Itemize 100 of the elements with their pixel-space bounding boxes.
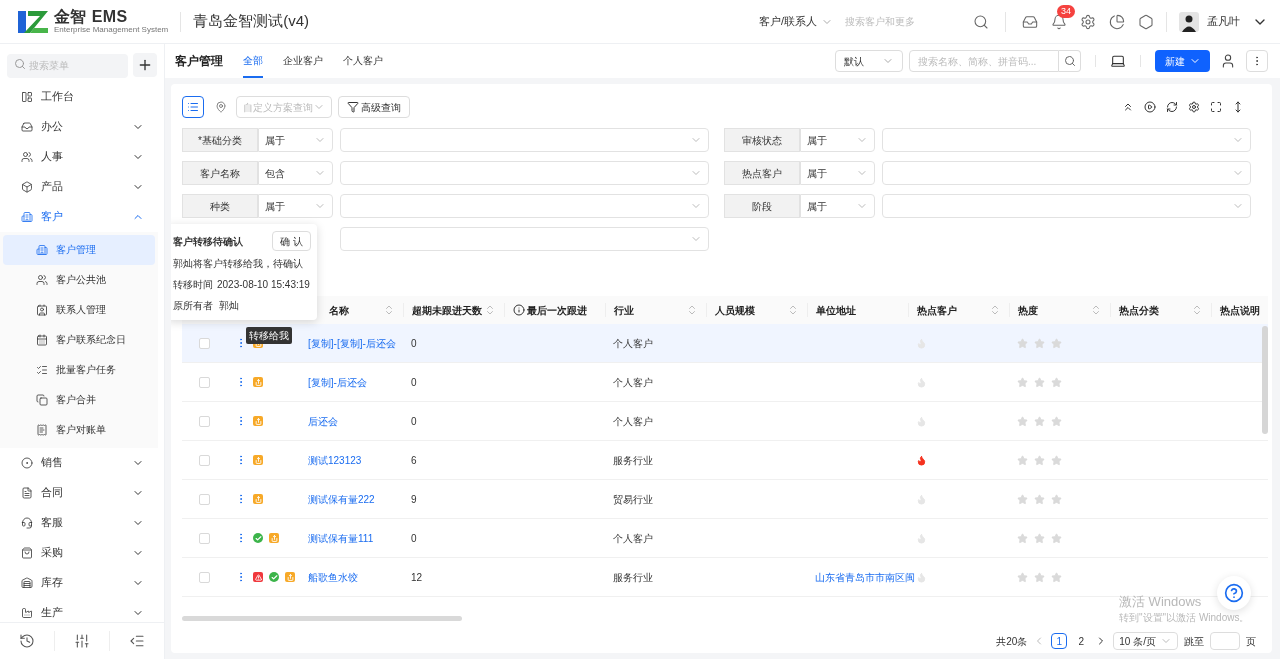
menu-item[interactable]: 销售: [0, 447, 164, 478]
row-checkbox[interactable]: [199, 337, 210, 349]
filter-value-select[interactable]: [882, 128, 1251, 152]
sliders-icon[interactable]: [74, 633, 90, 649]
fullscreen-icon[interactable]: [1210, 101, 1222, 113]
star-icon[interactable]: [1017, 454, 1028, 466]
filter-value-select[interactable]: [340, 128, 709, 152]
menu-item[interactable]: 合同: [0, 477, 164, 508]
star-icon[interactable]: [1017, 571, 1028, 583]
sort-icon[interactable]: [686, 304, 698, 316]
page-button[interactable]: 1: [1051, 633, 1068, 649]
star-icon[interactable]: [1034, 415, 1045, 427]
customer-name-link[interactable]: 船歌鱼水饺: [308, 571, 358, 583]
star-rating[interactable]: [1017, 493, 1062, 505]
operator-select[interactable]: 属于: [800, 128, 875, 152]
menu-item[interactable]: 生产: [0, 597, 164, 622]
submenu-item[interactable]: 批量客户任务: [3, 354, 155, 385]
add-button[interactable]: [133, 52, 157, 77]
column-header[interactable]: 热点说明: [1220, 302, 1268, 318]
sort-icon[interactable]: [1090, 304, 1102, 316]
star-icon[interactable]: [1034, 493, 1045, 505]
star-icon[interactable]: [1017, 337, 1028, 349]
star-icon[interactable]: [1051, 571, 1062, 583]
star-icon[interactable]: [1034, 376, 1045, 388]
customer-name-link[interactable]: 测试保有量222: [308, 493, 375, 505]
filter-value-select[interactable]: [340, 227, 709, 251]
inbox-icon[interactable]: [1022, 13, 1038, 30]
star-icon[interactable]: [1034, 337, 1045, 349]
collapse-icon[interactable]: [1122, 101, 1134, 113]
star-icon[interactable]: [1051, 376, 1062, 388]
more-button[interactable]: [1246, 50, 1268, 72]
star-icon[interactable]: [1017, 415, 1028, 427]
user-icon[interactable]: [1220, 53, 1236, 69]
menu-item[interactable]: 办公: [0, 111, 164, 142]
operator-select[interactable]: 包含: [258, 161, 333, 185]
settings-icon[interactable]: [1188, 101, 1200, 113]
star-rating[interactable]: [1017, 571, 1062, 583]
star-icon[interactable]: [1034, 571, 1045, 583]
star-icon[interactable]: [1017, 493, 1028, 505]
operator-select[interactable]: 属于: [800, 194, 875, 218]
menu-item[interactable]: 工作台: [0, 81, 164, 112]
star-icon[interactable]: [1051, 415, 1062, 427]
sort-icon[interactable]: [484, 304, 496, 316]
avatar-icon[interactable]: [1179, 11, 1199, 32]
menu-item[interactable]: 库存: [0, 567, 164, 598]
menu-item[interactable]: 客服: [0, 507, 164, 538]
submenu-item[interactable]: 客户公共池: [3, 264, 155, 295]
menu-item[interactable]: 采购: [0, 537, 164, 568]
star-icon[interactable]: [1051, 493, 1062, 505]
search-scope-dropdown[interactable]: 客户/联系人: [758, 13, 833, 30]
sort-icon[interactable]: [989, 304, 1001, 316]
star-rating[interactable]: [1017, 376, 1062, 388]
column-header[interactable]: 热度: [1018, 302, 1090, 318]
refresh-icon[interactable]: [1166, 101, 1178, 113]
advanced-query-button[interactable]: 高级查询: [338, 96, 410, 118]
menu-item[interactable]: 人事: [0, 141, 164, 172]
play-icon[interactable]: [1144, 101, 1156, 113]
transfer-icon[interactable]: [253, 494, 263, 504]
star-icon[interactable]: [1051, 337, 1062, 349]
flame-icon[interactable]: [916, 454, 927, 466]
row-checkbox[interactable]: [199, 415, 210, 427]
row-checkbox[interactable]: [199, 532, 210, 544]
star-rating[interactable]: [1017, 532, 1062, 544]
star-rating[interactable]: [1017, 337, 1062, 349]
star-icon[interactable]: [1034, 454, 1045, 466]
search-button[interactable]: [1059, 50, 1081, 72]
filter-value-select[interactable]: [882, 161, 1251, 185]
row-checkbox[interactable]: [199, 454, 210, 466]
horizontal-scrollbar[interactable]: [182, 616, 462, 621]
filter-value-select[interactable]: [340, 161, 709, 185]
column-header[interactable]: 热点分类: [1119, 302, 1191, 318]
tab[interactable]: 个人客户: [343, 44, 383, 78]
customer-name-link[interactable]: 后还会: [308, 415, 338, 427]
column-header[interactable]: 单位地址: [816, 302, 900, 318]
transfer-icon[interactable]: [285, 572, 295, 582]
customer-name-link[interactable]: 测试保有量111: [308, 532, 374, 544]
star-rating[interactable]: [1017, 415, 1062, 427]
column-header[interactable]: 人员规模: [715, 302, 787, 318]
laptop-icon[interactable]: [1110, 53, 1126, 69]
column-header[interactable]: 最后一次跟进: [527, 302, 597, 318]
filter-value-select[interactable]: [882, 194, 1251, 218]
transfer-icon[interactable]: [253, 416, 263, 426]
column-header[interactable]: 超期未跟进天数: [412, 302, 484, 318]
submenu-item[interactable]: 客户联系纪念日: [3, 324, 155, 355]
confirm-button[interactable]: 确 认: [272, 231, 311, 251]
collapse-sidebar-icon[interactable]: [129, 633, 145, 649]
star-icon[interactable]: [1051, 454, 1062, 466]
menu-item[interactable]: 产品: [0, 171, 164, 202]
page-button[interactable]: 2: [1073, 633, 1090, 649]
star-icon[interactable]: [1051, 532, 1062, 544]
row-checkbox[interactable]: [199, 376, 210, 388]
pie-chart-icon[interactable]: [1109, 13, 1125, 30]
menu-item[interactable]: 客户: [0, 201, 164, 232]
submenu-item[interactable]: 联系人管理: [3, 294, 155, 325]
operator-select[interactable]: 属于: [258, 194, 333, 218]
submenu-item[interactable]: 客户管理: [3, 234, 155, 265]
filter-value-select[interactable]: [340, 194, 709, 218]
sort-icon[interactable]: [787, 304, 799, 316]
global-search-field[interactable]: 搜索客户和更多: [845, 14, 965, 29]
jump-page-field[interactable]: [1210, 632, 1240, 650]
